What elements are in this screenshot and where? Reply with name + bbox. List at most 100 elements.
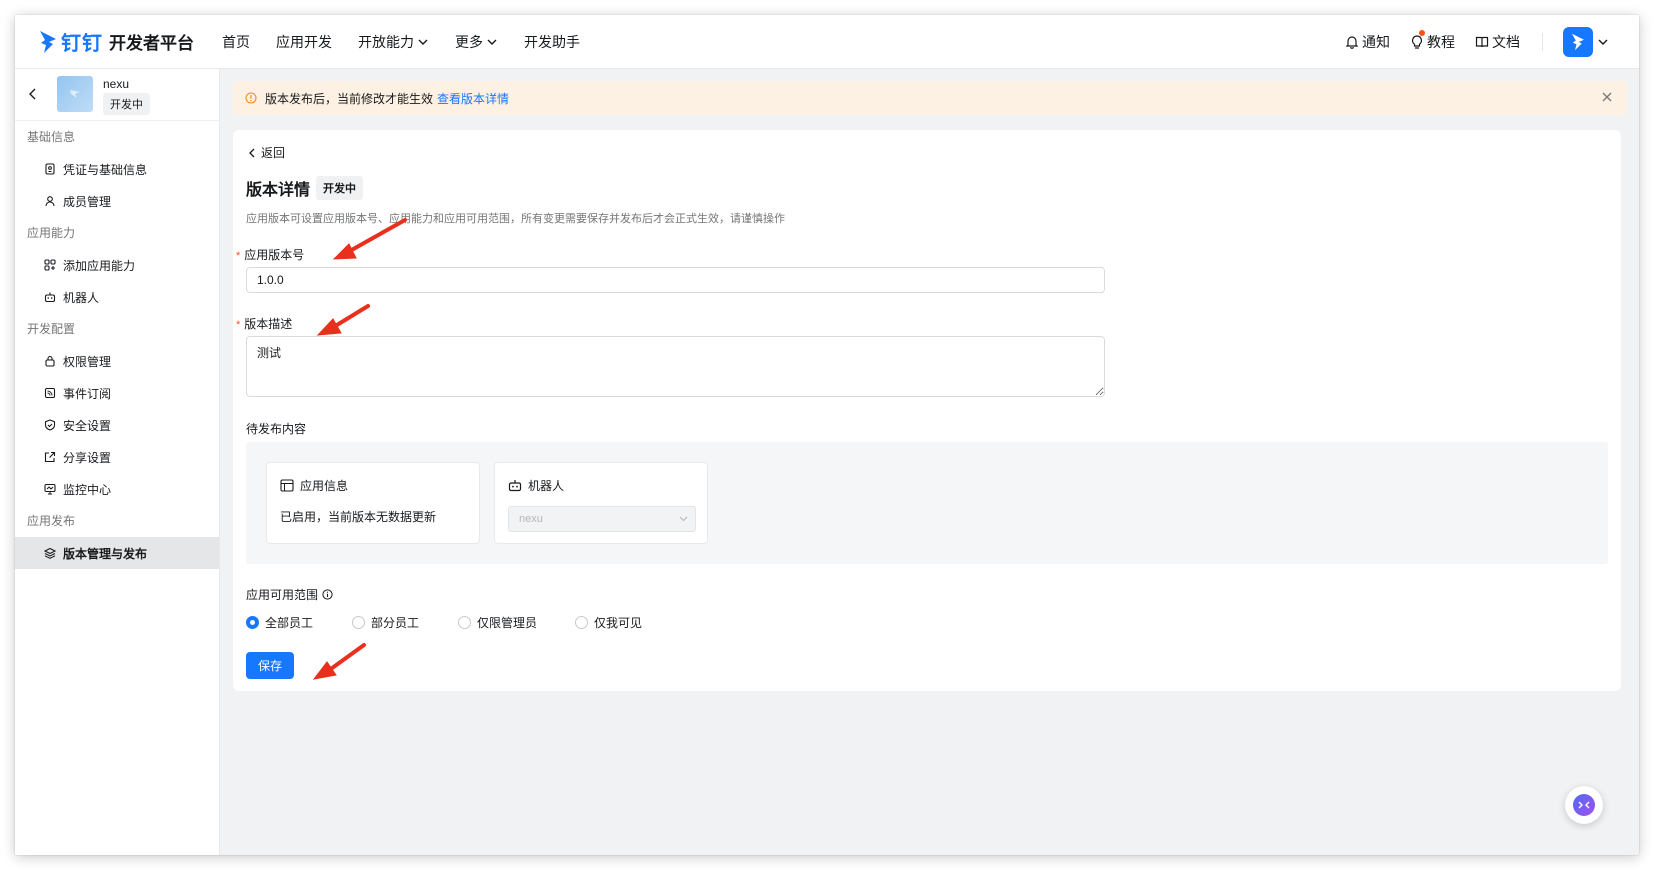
sidebar-item-robot[interactable]: 机器人 [15, 281, 219, 313]
radio-admins-only[interactable]: 仅限管理员 [458, 614, 575, 631]
version-number-label: * 应用版本号 [236, 248, 305, 262]
assistant-icon [1573, 794, 1595, 816]
avatar [1563, 27, 1593, 57]
logo-brand: 钉钉 [61, 33, 103, 55]
share-icon [44, 451, 56, 463]
radio-dot [575, 616, 588, 629]
radio-dot [458, 616, 471, 629]
app-window: 钉钉 开发者平台 首页 应用开发 开放能力 更多 开发助手 通知 教程 文档 n… [15, 15, 1639, 855]
app-info-header: 应用信息 [280, 477, 348, 494]
alert-text: 版本发布后，当前修改才能生效 [265, 91, 434, 106]
layers-icon [44, 547, 56, 559]
unread-dot [1419, 30, 1425, 36]
radio-dot [246, 616, 259, 629]
shield-icon [44, 419, 56, 431]
top-nav: 钉钉 开发者平台 首页 应用开发 开放能力 更多 开发助手 通知 教程 文档 [15, 15, 1639, 69]
back-chevron-icon[interactable] [27, 87, 39, 101]
robot-icon [44, 292, 56, 303]
group-title-capability: 应用能力 [27, 226, 76, 240]
app-status-tag: 开发中 [103, 93, 150, 115]
dingtalk-avatar-icon [1572, 33, 1584, 51]
tutorial-button[interactable]: 教程 [1410, 30, 1455, 52]
group-title-release: 应用发布 [27, 514, 76, 528]
scope-label: 应用可用范围 [246, 586, 333, 603]
app-info-card: 应用信息 已启用，当前版本无数据更新 [266, 462, 480, 544]
sidebar-item-version-release[interactable]: 版本管理与发布 [15, 537, 219, 569]
sidebar-item-credentials[interactable]: 凭证与基础信息 [15, 153, 219, 185]
radio-dot [352, 616, 365, 629]
robot-card: 机器人 nexu [494, 462, 708, 544]
back-link[interactable]: 返回 [247, 144, 285, 161]
sidebar-item-share[interactable]: 分享设置 [15, 441, 219, 473]
version-desc-label: * 版本描述 [236, 317, 293, 331]
main-content: 版本发布后，当前修改才能生效 查看版本详情 返回 版本详情 开发中 应用版本可设… [220, 69, 1639, 855]
monitor-icon [44, 483, 56, 495]
info-icon[interactable] [322, 589, 333, 600]
app-name: nexu [103, 77, 130, 91]
notify-button[interactable]: 通知 [1345, 32, 1390, 52]
lock-icon [45, 355, 55, 367]
close-icon[interactable] [1601, 91, 1613, 103]
publish-alert: 版本发布后，当前修改才能生效 查看版本详情 [233, 81, 1627, 115]
dingtalk-logo-icon [40, 30, 56, 53]
bulb-icon [1411, 35, 1423, 49]
floating-assistant-button[interactable] [1565, 786, 1603, 824]
group-title-basic: 基础信息 [27, 130, 76, 144]
credential-icon [45, 163, 55, 175]
nav-app-dev[interactable]: 应用开发 [276, 32, 332, 52]
browser-window-icon [280, 479, 294, 492]
view-version-link[interactable]: 查看版本详情 [437, 90, 509, 107]
main-nav: 首页 应用开发 开放能力 更多 开发助手 [222, 32, 606, 52]
app-thumbnail [57, 76, 93, 112]
robot-select: nexu [508, 506, 696, 532]
nav-dev-assistant[interactable]: 开发助手 [524, 32, 580, 52]
logo[interactable]: 钉钉 开发者平台 [39, 27, 194, 56]
save-button[interactable]: 保存 [246, 652, 294, 679]
app-header: nexu 开发中 [15, 69, 219, 121]
version-number-input[interactable] [246, 267, 1105, 293]
chevron-down-icon [679, 516, 688, 522]
nav-open-capability[interactable]: 开放能力 [358, 32, 429, 52]
sidebar-item-members[interactable]: 成员管理 [15, 185, 219, 217]
chevron-down-icon [487, 39, 497, 45]
book-icon [1475, 36, 1489, 48]
required-mark: * [236, 319, 241, 331]
docs-button[interactable]: 文档 [1475, 32, 1520, 52]
status-badge: 开发中 [316, 176, 364, 200]
app-logo-icon [70, 90, 80, 98]
radio-only-me[interactable]: 仅我可见 [575, 614, 642, 631]
logo-title: 开发者平台 [109, 34, 194, 53]
chevron-down-icon [418, 39, 428, 45]
sidebar-item-security[interactable]: 安全设置 [15, 409, 219, 441]
chevron-down-icon [1598, 39, 1608, 45]
user-avatar-menu[interactable] [1563, 27, 1609, 57]
user-icon [45, 196, 55, 207]
sidebar-item-events[interactable]: 事件订阅 [15, 377, 219, 409]
scope-radio-group: 全部员工 部分员工 仅限管理员 仅我可见 [246, 614, 642, 631]
warning-icon [245, 92, 257, 104]
nav-more[interactable]: 更多 [455, 32, 498, 52]
nav-right: 通知 教程 文档 [1325, 15, 1609, 69]
app-info-body: 已启用，当前版本无数据更新 [280, 510, 437, 524]
apps-add-icon [44, 259, 56, 271]
pending-content-box: 应用信息 已启用，当前版本无数据更新 机器人 nexu [246, 442, 1608, 564]
required-mark: * [236, 250, 241, 262]
group-title-dev-config: 开发配置 [27, 322, 76, 336]
subscribe-icon [44, 387, 56, 399]
bell-icon [1345, 36, 1359, 49]
radio-some-employees[interactable]: 部分员工 [352, 614, 458, 631]
chevron-left-icon [249, 148, 255, 157]
sidebar: nexu 开发中 基础信息 凭证与基础信息 成员管理 应用能力 添加应用能力 机… [15, 69, 220, 855]
robot-icon [508, 480, 522, 492]
sidebar-item-add-capability[interactable]: 添加应用能力 [15, 249, 219, 281]
robot-header: 机器人 [508, 477, 564, 494]
sidebar-item-monitor[interactable]: 监控中心 [15, 473, 219, 505]
version-desc-textarea[interactable]: 测试 [246, 336, 1105, 397]
page-title: 版本详情 开发中 [246, 176, 364, 200]
radio-all-employees[interactable]: 全部员工 [246, 614, 352, 631]
pending-content-label: 待发布内容 [246, 422, 307, 436]
sidebar-item-permissions[interactable]: 权限管理 [15, 345, 219, 377]
nav-home[interactable]: 首页 [222, 32, 250, 52]
page-description: 应用版本可设置应用版本号、应用能力和应用可用范围，所有变更需要保存并发布后才会正… [246, 213, 785, 225]
nav-divider [1542, 33, 1543, 51]
